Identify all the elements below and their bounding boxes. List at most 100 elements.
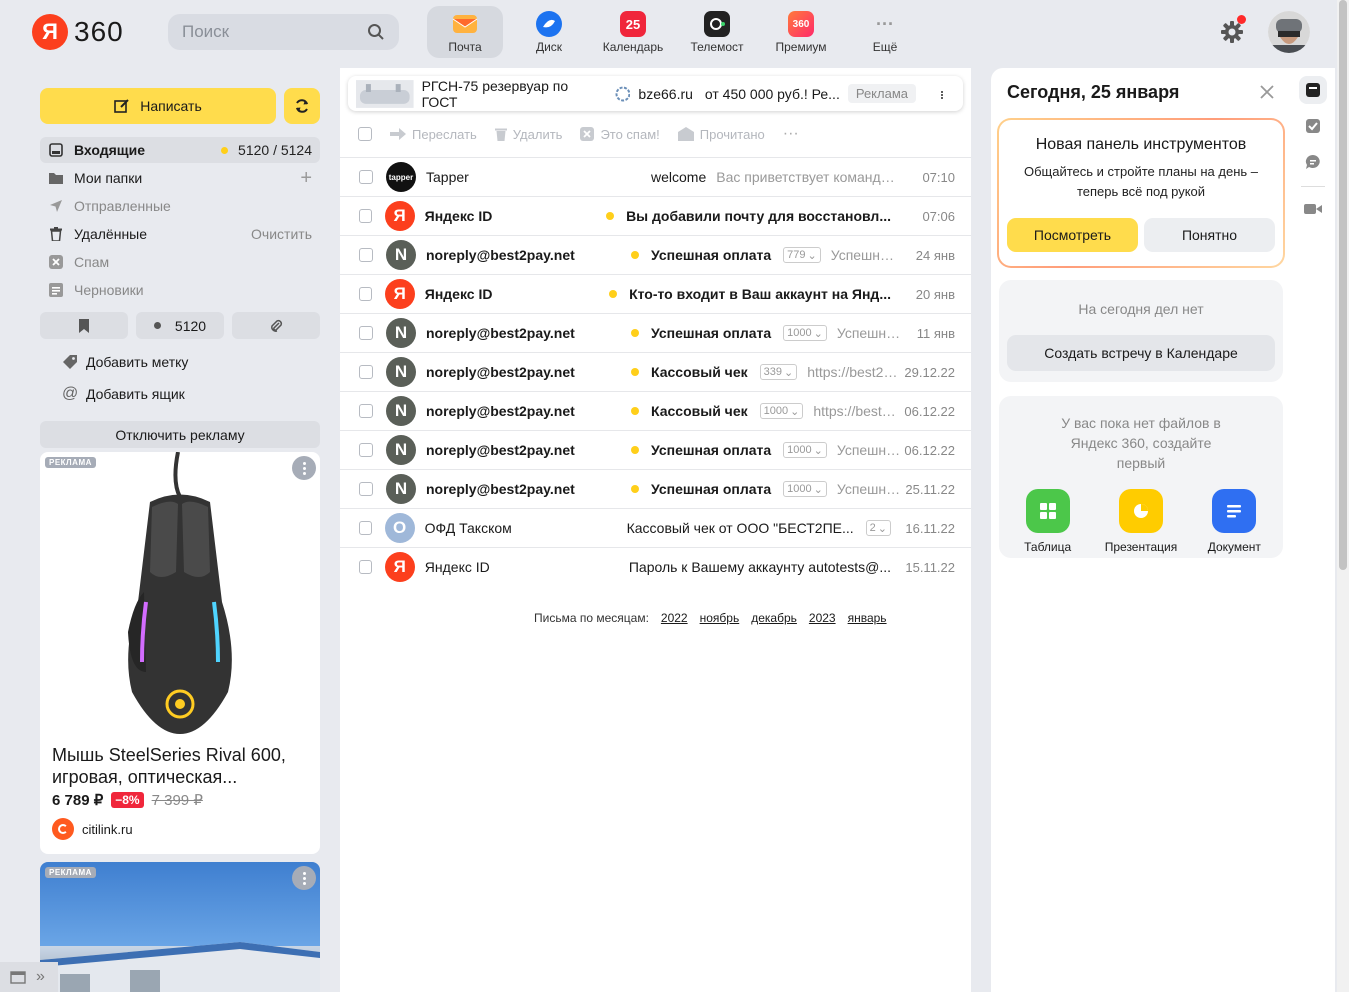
paperclip-icon [271, 319, 283, 332]
month-link-2022[interactable]: 2022 [661, 611, 688, 625]
message-checkbox[interactable] [359, 209, 372, 223]
promo-view-button[interactable]: Посмотреть [1007, 218, 1138, 252]
month-link-january[interactable]: январь [848, 611, 887, 625]
more-actions-icon[interactable]: ··· [783, 125, 799, 143]
message-row[interactable]: Nnoreply@best2pay.net Успешная оплата 779 ⌄… [340, 235, 971, 274]
page-scrollbar[interactable] [1337, 0, 1349, 992]
search-icon[interactable] [367, 23, 385, 41]
message-checkbox[interactable] [359, 560, 372, 574]
message-checkbox[interactable] [359, 248, 373, 262]
message-checkbox[interactable] [359, 287, 372, 301]
message-checkbox[interactable] [359, 443, 373, 457]
filter-important[interactable] [40, 312, 128, 339]
expand-chevron-icon[interactable]: » [36, 968, 45, 986]
disable-ads-button[interactable]: Отключить рекламу [40, 421, 320, 448]
forward-button[interactable]: Переслать [390, 127, 477, 142]
thread-count-badge[interactable]: 779 ⌄ [783, 247, 821, 263]
unread-dot[interactable] [609, 290, 618, 298]
service-telemost[interactable]: Телемост [679, 6, 755, 58]
message-row[interactable]: О ОФД Такском Кассовый чек от ООО "БЕСТ2ПЕ… [340, 508, 971, 547]
create-meeting-button[interactable]: Создать встречу в Календаре [1007, 335, 1275, 371]
ad-menu-icon[interactable] [292, 866, 316, 890]
service-disk[interactable]: Диск [511, 6, 587, 58]
empty-trash-link[interactable]: Очистить [251, 226, 312, 242]
message-row[interactable]: Nnoreply@best2pay.net Успешная оплата 1000… [340, 430, 971, 469]
add-mailbox-link[interactable]: @ Добавить ящик [62, 382, 185, 406]
refresh-button[interactable] [284, 88, 320, 124]
promo-dismiss-button[interactable]: Понятно [1144, 218, 1275, 252]
search-input[interactable] [182, 22, 352, 42]
service-premium[interactable]: 360 Премиум [763, 6, 839, 58]
search-box[interactable] [168, 14, 399, 50]
message-row[interactable]: Nnoreply@best2pay.net Успешная оплата 1000… [340, 469, 971, 508]
message-row[interactable]: Nnoreply@best2pay.net Кассовый чек 1000 ⌄ ht… [340, 391, 971, 430]
folder-my-folders[interactable]: Мои папки + [40, 165, 320, 191]
folder-trash[interactable]: Удалённые Очистить [40, 221, 320, 247]
messenger-tool-button[interactable] [1299, 148, 1327, 176]
tasks-tool-button[interactable] [1299, 112, 1327, 140]
month-link-november[interactable]: ноябрь [700, 611, 740, 625]
service-calendar[interactable]: 25 Календарь [595, 6, 671, 58]
ad-card-mouse[interactable]: РЕКЛАМА Мышь SteelSeries Rival 600, игро… [40, 452, 320, 854]
create-spreadsheet-button[interactable]: Таблица [1003, 489, 1093, 554]
unread-dot[interactable] [606, 212, 615, 220]
message-row[interactable]: tapper Tapper welcome Вас приветствует кома… [340, 157, 971, 196]
compose-button[interactable]: Написать [40, 88, 276, 124]
ad-store[interactable]: citilink.ru [52, 818, 133, 840]
message-row[interactable]: Я Яндекс ID Кто-то входит в Ваш аккаунт на… [340, 274, 971, 313]
thread-count-badge[interactable]: 1000 ⌄ [783, 325, 827, 341]
unread-dot[interactable] [631, 329, 639, 337]
folder-sent[interactable]: Отправленные [40, 193, 320, 219]
add-folder-icon[interactable]: + [300, 167, 312, 190]
add-label-link[interactable]: Добавить метку [62, 350, 188, 374]
folder-spam[interactable]: Спам [40, 249, 320, 275]
spam-button[interactable]: Это спам! [580, 127, 660, 142]
service-mail[interactable]: Почта [427, 6, 503, 58]
mark-read-button[interactable]: Прочитано [677, 127, 765, 142]
message-checkbox[interactable] [359, 404, 373, 418]
close-icon[interactable] [1258, 83, 1276, 101]
month-link-2023[interactable]: 2023 [809, 611, 836, 625]
select-all-checkbox[interactable] [358, 127, 372, 141]
telemost-tool-button[interactable] [1299, 195, 1327, 223]
message-row[interactable]: Я Яндекс ID Пароль к Вашему аккаунту autot… [340, 547, 971, 586]
yandex-360-logo[interactable]: Я 360 [32, 14, 124, 50]
unread-dot[interactable] [631, 407, 639, 415]
ad-title[interactable]: Мышь SteelSeries Rival 600, игровая, опт… [52, 744, 310, 788]
months-label: Письма по месяцам: [534, 611, 649, 625]
month-link-december[interactable]: декабрь [751, 611, 797, 625]
message-row[interactable]: Nnoreply@best2pay.net Успешная оплата 1000… [340, 313, 971, 352]
unread-dot[interactable] [631, 368, 639, 376]
user-avatar[interactable] [1268, 11, 1310, 53]
folder-drafts[interactable]: Черновики [40, 277, 320, 303]
unread-dot[interactable] [631, 251, 639, 259]
scrollbar-thumb[interactable] [1339, 0, 1347, 570]
create-document-button[interactable]: Документ [1189, 489, 1279, 554]
create-presentation-button[interactable]: Презентация [1096, 489, 1186, 554]
calendar-small-icon[interactable] [10, 970, 26, 984]
delete-button[interactable]: Удалить [494, 127, 562, 142]
thread-count-badge[interactable]: 1000 ⌄ [783, 481, 827, 497]
message-row[interactable]: Nnoreply@best2pay.net Кассовый чек 339 ⌄ htt… [340, 352, 971, 391]
thread-count-badge[interactable]: 339 ⌄ [759, 364, 798, 380]
thread-count-badge[interactable]: 1000 ⌄ [783, 442, 827, 458]
message-checkbox[interactable] [359, 326, 373, 340]
ad-card-warehouse[interactable]: РЕКЛАМА [40, 862, 320, 992]
folder-inbox[interactable]: Входящие 5120 / 5124 [40, 137, 320, 163]
message-checkbox[interactable] [359, 170, 373, 184]
ad-banner-menu-icon[interactable]: ··· [932, 89, 953, 98]
service-more[interactable]: ··· Ещё [847, 6, 923, 58]
filter-unread[interactable]: 5120 [136, 312, 224, 339]
filter-attachments[interactable] [232, 312, 320, 339]
message-checkbox[interactable] [359, 521, 372, 535]
unread-dot[interactable] [631, 485, 639, 493]
thread-count-badge[interactable]: 2 ⌄ [865, 520, 891, 536]
today-tool-button[interactable] [1299, 76, 1327, 104]
unread-dot[interactable] [631, 446, 639, 454]
message-checkbox[interactable] [359, 365, 373, 379]
message-row[interactable]: Я Яндекс ID Вы добавили почту для восстано… [340, 196, 971, 235]
ad-banner[interactable]: РГСН-75 резервуар по ГОСТ bze66.ru от 45… [348, 76, 963, 111]
thread-count-badge[interactable]: 1000 ⌄ [759, 403, 804, 419]
ad-menu-icon[interactable] [292, 456, 316, 480]
message-checkbox[interactable] [359, 482, 373, 496]
